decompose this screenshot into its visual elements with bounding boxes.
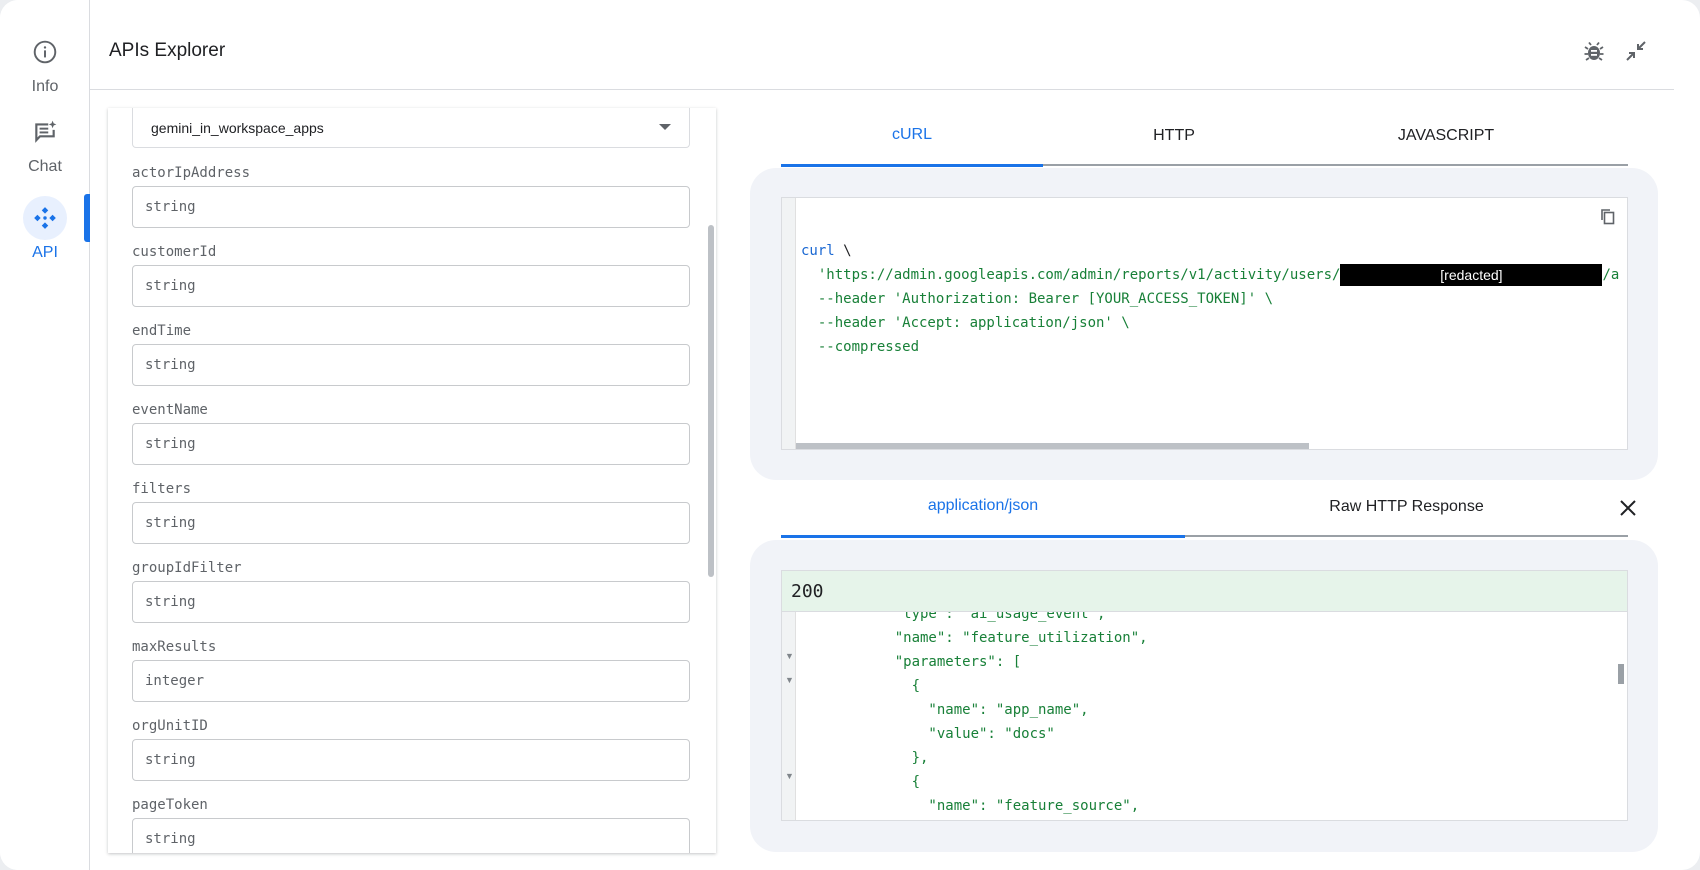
chevron-down-icon: [659, 124, 671, 130]
pagetoken-input[interactable]: [132, 818, 690, 853]
rail-item-api[interactable]: API: [0, 196, 90, 262]
filters-input[interactable]: [132, 502, 690, 544]
tab-curl[interactable]: cURL: [781, 106, 1043, 167]
select-value: gemini_in_workspace_apps: [151, 119, 324, 136]
copy-icon: [1601, 209, 1615, 225]
field-label-pagetoken: pageToken: [132, 797, 208, 813]
json-line: {: [802, 678, 921, 694]
fold-arrow-icon[interactable]: ▼: [785, 675, 794, 685]
json-lines: "type": "ai_usage_event", "name": "featu…: [802, 612, 1148, 818]
field-label-customerid: customerId: [132, 244, 217, 260]
curl-code: curl \ 'https://admin.googleapis.com/adm…: [801, 243, 1620, 355]
close-fullscreen-icon: [1626, 41, 1646, 61]
tab-http[interactable]: HTTP: [1043, 106, 1305, 166]
close-response-button[interactable]: [1614, 494, 1642, 522]
close-icon: [1620, 500, 1636, 516]
field-label-eventname: eventName: [132, 402, 208, 418]
json-line: {: [802, 774, 921, 790]
orgunitid-input[interactable]: [132, 739, 690, 781]
response-scrollbar[interactable]: [1618, 664, 1624, 684]
fold-arrow-icon[interactable]: ▼: [785, 771, 794, 781]
rail-item-chat[interactable]: Chat: [0, 110, 90, 176]
field-label-maxresults: maxResults: [132, 639, 217, 655]
json-line: "name": "feature_source",: [802, 798, 1140, 814]
json-line: "name": "feature_utilization",: [802, 630, 1148, 646]
page-title: APIs Explorer: [109, 40, 226, 61]
nav-rail: Info Chat API: [0, 0, 90, 870]
tab-application-json[interactable]: application/json: [781, 477, 1185, 538]
endtime-input[interactable]: [132, 344, 690, 386]
rail-item-info[interactable]: Info: [0, 30, 90, 96]
json-line: "value": "docs": [802, 726, 1055, 742]
response-body-box: 200 ▼ ▼ ▼ "type": "ai_usage_event", "nam…: [781, 570, 1628, 821]
request-code-card: curl \ 'https://admin.googleapis.com/adm…: [750, 168, 1658, 480]
info-icon: [23, 30, 67, 74]
rail-item-label: Chat: [28, 158, 62, 175]
tab-javascript[interactable]: JAVASCRIPT: [1305, 106, 1587, 166]
api-icon: [23, 196, 67, 240]
json-line: "type": "ai_usage_event",: [802, 612, 1106, 622]
maxresults-input[interactable]: [132, 660, 690, 702]
bug-icon: [1584, 41, 1604, 61]
app-window: Info Chat API APIs Explorer gemini_in_wo…: [0, 0, 1700, 870]
field-label-groupidfilter: groupIdFilter: [132, 560, 242, 576]
rail-item-label: Info: [31, 78, 59, 95]
form-scrollbar[interactable]: [708, 225, 714, 577]
request-code-tabs: cURL HTTP JAVASCRIPT: [781, 106, 1628, 167]
active-indicator: [84, 194, 90, 242]
field-label-actoripaddress: actorIpAddress: [132, 165, 251, 181]
customerid-input[interactable]: [132, 265, 690, 307]
header: APIs Explorer: [90, 0, 1674, 90]
copy-code-button[interactable]: [1597, 206, 1619, 228]
response-card: 200 ▼ ▼ ▼ "type": "ai_usage_event", "nam…: [750, 540, 1658, 852]
json-line: "parameters": [: [802, 654, 1022, 670]
application-name-select[interactable]: gemini_in_workspace_apps: [132, 108, 690, 148]
rail-item-label: API: [32, 244, 58, 261]
json-line: },: [802, 750, 929, 766]
field-label-endtime: endTime: [132, 323, 192, 339]
report-bug-button[interactable]: [1579, 36, 1609, 66]
tab-raw-http-response[interactable]: Raw HTTP Response: [1185, 477, 1628, 537]
chat-spark-icon: [23, 110, 67, 154]
request-parameters-panel: gemini_in_workspace_apps actorIpAddress …: [108, 108, 716, 853]
redacted-user-key: [redacted]: [1340, 264, 1603, 286]
curl-code-box: curl \ 'https://admin.googleapis.com/adm…: [781, 197, 1628, 450]
groupidfilter-input[interactable]: [132, 581, 690, 623]
json-line: "name": "app_name",: [802, 702, 1089, 718]
status-code: 200: [782, 571, 1627, 612]
field-label-orgunitid: orgUnitID: [132, 718, 208, 734]
json-response: ▼ ▼ ▼ "type": "ai_usage_event", "name": …: [782, 612, 1627, 820]
eventname-input[interactable]: [132, 423, 690, 465]
collapse-button[interactable]: [1621, 36, 1651, 66]
field-label-filters: filters: [132, 481, 192, 497]
code-horizontal-scrollbar[interactable]: [796, 443, 1309, 449]
response-tabs: application/json Raw HTTP Response: [781, 477, 1628, 538]
fold-arrow-icon[interactable]: ▼: [785, 651, 794, 661]
actoripaddress-input[interactable]: [132, 186, 690, 228]
